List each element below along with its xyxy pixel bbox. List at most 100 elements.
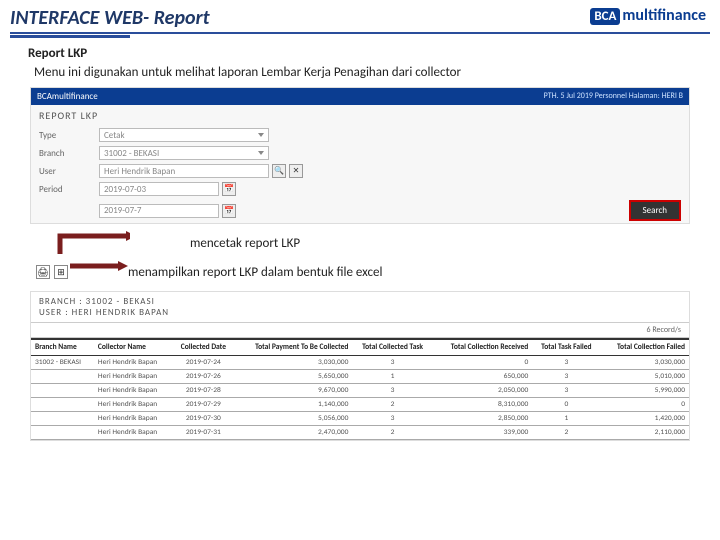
table-row: 31002 - BEKASIHeri Hendrik Bapan2019-07-… [31, 356, 689, 370]
type-select[interactable]: Cetak [99, 128, 269, 142]
calendar-icon[interactable]: 📅 [222, 204, 236, 218]
callout-print: mencetak report LKP [30, 230, 690, 256]
table-cell: 1 [352, 370, 432, 384]
table-cell: 2,850,000 [433, 412, 533, 426]
screenshot-report-table: BRANCH : 31002 - BEKASI USER : HERI HEND… [30, 291, 690, 441]
report-info: BRANCH : 31002 - BEKASI USER : HERI HEND… [31, 292, 689, 323]
period-to-value: 2019-07-7 [104, 205, 141, 216]
table-cell: 650,000 [433, 370, 533, 384]
table-cell [31, 412, 94, 426]
user-select[interactable]: Heri Hendrik Bapan [99, 164, 269, 178]
chevron-down-icon [258, 133, 264, 137]
branch-label: Branch [39, 148, 99, 159]
printer-icon[interactable]: 🖨 [36, 265, 50, 279]
branch-value: 31002 - BEKASI [104, 148, 159, 159]
col-header: Total Collected Task [352, 339, 432, 356]
table-cell: Heri Hendrik Bapan [94, 398, 172, 412]
period-from-input[interactable]: 2019-07-03 [99, 182, 219, 196]
col-header: Total Collection Failed [600, 339, 689, 356]
table-cell: 0 [532, 398, 600, 412]
table-cell: 1,140,000 [234, 398, 352, 412]
user-value: Heri Hendrik Bapan [104, 166, 175, 177]
table-cell: 1,420,000 [600, 412, 689, 426]
clear-icon[interactable]: ✕ [289, 164, 303, 178]
table-cell: 2 [352, 426, 432, 440]
table-cell: Heri Hendrik Bapan [94, 412, 172, 426]
report-user-line: USER : HERI HENDRIK BAPAN [39, 307, 681, 318]
table-cell: 3 [532, 356, 600, 370]
screenshot-report-form: BCAmultifinance PTH. 5 Jul 2019 Personne… [30, 87, 690, 224]
type-label: Type [39, 130, 99, 141]
table-cell: 31002 - BEKASI [31, 356, 94, 370]
period-label: Period [39, 184, 99, 195]
table-cell: 2019-07-24 [172, 356, 234, 370]
table-row: Heri Hendrik Bapan2019-07-291,140,00028,… [31, 398, 689, 412]
brand-logo: BCAmultifinance [590, 6, 706, 25]
search-icon[interactable]: 🔍 [272, 164, 286, 178]
record-count: 6 Record/s [31, 323, 689, 338]
logo-bca: BCA [590, 8, 620, 25]
table-cell: 2 [352, 398, 432, 412]
type-value: Cetak [104, 130, 125, 141]
col-header: Total Collection Received [433, 339, 533, 356]
table-cell [31, 426, 94, 440]
calendar-icon[interactable]: 📅 [222, 182, 236, 196]
table-cell: 1 [532, 412, 600, 426]
table-cell: 2 [532, 426, 600, 440]
app-brand: BCAmultifinance [37, 91, 98, 102]
table-cell: 5,650,000 [234, 370, 352, 384]
callout-print-text: mencetak report LKP [190, 236, 300, 251]
table-cell: 2019-07-31 [172, 426, 234, 440]
table-cell [31, 384, 94, 398]
table-cell: 2019-07-26 [172, 370, 234, 384]
period-from-value: 2019-07-03 [104, 184, 146, 195]
col-header: Branch Name [31, 339, 94, 356]
section-subtitle: Report LKP [28, 46, 692, 61]
app-topbar: BCAmultifinance PTH. 5 Jul 2019 Personne… [31, 88, 689, 105]
branch-select[interactable]: 31002 - BEKASI [99, 146, 269, 160]
table-cell: 2019-07-28 [172, 384, 234, 398]
table-cell [31, 370, 94, 384]
callout-group: mencetak report LKP 🖨 ⊞ menampilkan repo… [30, 230, 690, 285]
table-cell: Heri Hendrik Bapan [94, 370, 172, 384]
report-branch-line: BRANCH : 31002 - BEKASI [39, 296, 681, 307]
table-cell: 3,030,000 [600, 356, 689, 370]
table-cell [31, 398, 94, 412]
callout-excel-text: menampilkan report LKP dalam bentuk file… [128, 265, 382, 280]
table-cell: 0 [600, 398, 689, 412]
app-topbar-info: PTH. 5 Jul 2019 Personnel Halaman: HERI … [544, 91, 683, 102]
table-row: Heri Hendrik Bapan2019-07-289,670,00032,… [31, 384, 689, 398]
table-cell: 3 [352, 384, 432, 398]
table-cell: 3 [532, 370, 600, 384]
table-cell: 3 [352, 412, 432, 426]
col-header: Collected Date [172, 339, 234, 356]
table-cell: 2,050,000 [433, 384, 533, 398]
section-description: Menu ini digunakan untuk melihat laporan… [34, 65, 686, 81]
table-row: Heri Hendrik Bapan2019-07-265,650,000165… [31, 370, 689, 384]
table-cell: 2019-07-30 [172, 412, 234, 426]
table-cell: 3,030,000 [234, 356, 352, 370]
table-cell: 2,110,000 [600, 426, 689, 440]
col-header: Collector Name [94, 339, 172, 356]
col-header: Total Task Failed [532, 339, 600, 356]
period-to-input[interactable]: 2019-07-7 [99, 204, 219, 218]
table-cell: 3 [352, 356, 432, 370]
table-cell: Heri Hendrik Bapan [94, 356, 172, 370]
table-cell: 5,056,000 [234, 412, 352, 426]
search-button[interactable]: Search [629, 200, 681, 221]
table-cell: 9,670,000 [234, 384, 352, 398]
table-cell: 339,000 [433, 426, 533, 440]
user-label: User [39, 166, 99, 177]
logo-multifinance: multifinance [622, 6, 706, 25]
table-cell: 2019-07-29 [172, 398, 234, 412]
col-header: Total Payment To Be Collected [234, 339, 352, 356]
excel-icon[interactable]: ⊞ [54, 265, 68, 279]
table-cell: 3 [532, 384, 600, 398]
table-row: Heri Hendrik Bapan2019-07-312,470,000233… [31, 426, 689, 440]
table-cell: 0 [433, 356, 533, 370]
report-table: Branch NameCollector NameCollected DateT… [31, 338, 689, 440]
table-cell: Heri Hendrik Bapan [94, 426, 172, 440]
table-row: Heri Hendrik Bapan2019-07-305,056,00032,… [31, 412, 689, 426]
table-cell: 5,010,000 [600, 370, 689, 384]
table-cell: Heri Hendrik Bapan [94, 384, 172, 398]
